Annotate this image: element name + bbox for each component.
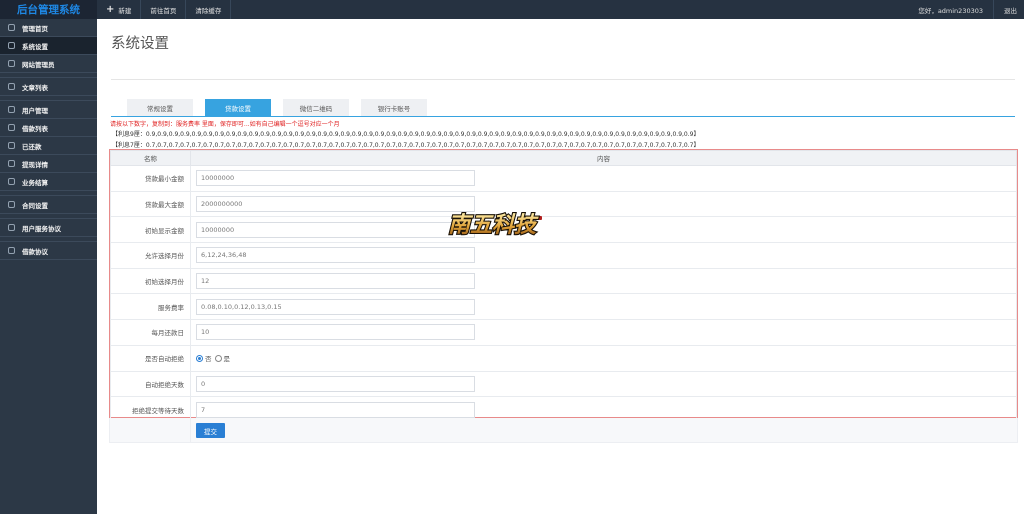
settings-table: 名称 内容 贷款最小金额 10000000 贷款最大金额 2000000000 … [110, 150, 1017, 423]
dashboard-icon [8, 24, 15, 31]
sidebar-item-admins[interactable]: 网站管理员 [0, 55, 97, 73]
interest-7-list: 【利息7厘：0.7,0.7,0.7,0.7,0.7,0.7,0.7,0.7,0.… [112, 142, 700, 149]
users-icon [8, 106, 15, 113]
loan-settings-form: 名称 内容 贷款最小金额 10000000 贷款最大金额 2000000000 … [109, 149, 1018, 423]
go-home-link[interactable]: 前往首页 [141, 0, 187, 19]
tab-general[interactable]: 常规设置 [127, 99, 193, 116]
top-bar: 后台管理系统 + 新建 前往首页 清除缓存 您好，admin230303 退出 [0, 0, 1024, 19]
sidebar-item-contract[interactable]: 合同设置 [0, 196, 97, 214]
tab-loan[interactable]: 贷款设置 [205, 99, 271, 116]
auto-reject-days-input[interactable]: 0 [196, 375, 475, 392]
sidebar-item-withdrawals[interactable]: 提现详情 [0, 155, 97, 173]
sidebar-item-loan-agreement[interactable]: 借款协议 [0, 242, 97, 260]
min-amount-input[interactable]: 10000000 [196, 170, 475, 187]
document-icon [8, 83, 15, 90]
min-amount-label: 贷款最小金额 [110, 165, 191, 192]
sidebar-item-users[interactable]: 用户管理 [0, 101, 97, 119]
column-header-content: 内容 [190, 150, 1017, 166]
service-rate-input[interactable]: 0.08,0.10,0.12,0.13,0.15 [196, 298, 475, 315]
auto-reject-no-radio[interactable] [196, 354, 203, 362]
check-icon [8, 142, 15, 149]
auto-reject-yes-radio[interactable] [214, 354, 222, 362]
table-row: 服务费率 0.08,0.10,0.12,0.13,0.15 [110, 293, 1017, 321]
init-amount-label: 初始显示金额 [110, 216, 191, 244]
init-month-label: 初始选择月份 [110, 267, 191, 295]
tab-bank-account[interactable]: 银行卡账号 [361, 99, 427, 116]
table-row: 初始显示金额 10000000 [110, 216, 1017, 244]
repay-day-input[interactable]: 10 [196, 324, 475, 341]
auto-reject-days-label: 自动拒绝天数 [110, 370, 191, 398]
sidebar-item-label: 网站管理员 [22, 60, 55, 69]
table-row: 自动拒绝天数 0 [110, 370, 1017, 398]
sidebar-item-label: 用户服务协议 [22, 224, 61, 233]
init-amount-input[interactable]: 10000000 [196, 221, 475, 238]
logout-link[interactable]: 退出 [993, 0, 1024, 19]
table-row: 允许选择月份 6,12,24,36,48 [110, 242, 1017, 269]
column-header-name: 名称 [110, 150, 191, 166]
sidebar-item-label: 业务结算 [22, 178, 48, 187]
auto-reject-label: 是否自动拒绝 [110, 344, 191, 372]
new-button[interactable]: + 新建 [97, 0, 142, 19]
table-row: 贷款最小金额 10000000 [110, 165, 1017, 192]
page-title: 系统设置 [111, 36, 169, 52]
max-amount-input[interactable]: 2000000000 [196, 196, 475, 213]
sidebar-item-system-settings[interactable]: 系统设置 [0, 37, 97, 55]
table-header-row: 名称 内容 [110, 150, 1017, 166]
gear-icon [8, 42, 15, 49]
sidebar-item-settlement[interactable]: 业务结算 [0, 173, 97, 191]
auto-reject-yes-label: 是 [223, 355, 231, 364]
user-icon [8, 60, 15, 67]
app-title: 后台管理系统 [0, 0, 97, 19]
table-row: 贷款最大金额 2000000000 [110, 190, 1017, 218]
sidebar-item-label: 合同设置 [22, 201, 48, 210]
init-month-input[interactable]: 12 [196, 273, 475, 290]
sidebar-item-dashboard[interactable]: 管理首页 [0, 19, 97, 37]
sidebar-item-user-agreement[interactable]: 用户服务协议 [0, 219, 97, 237]
sidebar-item-articles[interactable]: 文章列表 [0, 78, 97, 96]
submit-row-label-cell [110, 418, 191, 442]
sidebar-item-label: 管理首页 [22, 24, 48, 33]
sidebar-item-loans[interactable]: 借款列表 [0, 119, 97, 137]
user-greeting: 您好，admin230303 [918, 6, 983, 15]
tab-wechat-qr[interactable]: 微信二维码 [283, 99, 349, 116]
table-row: 每月还款日 10 [110, 319, 1017, 346]
table-row: 初始选择月份 12 [110, 267, 1017, 295]
agreement-icon [8, 224, 15, 231]
sidebar-item-label: 借款列表 [22, 124, 48, 133]
submit-row: 提交 [109, 418, 1018, 443]
sidebar-item-repaid[interactable]: 已还款 [0, 137, 97, 155]
auto-reject-no-label: 否 [205, 355, 212, 364]
repay-day-label: 每月还款日 [110, 319, 191, 346]
sidebar-item-label: 文章列表 [22, 83, 48, 92]
max-amount-label: 贷款最大金额 [110, 190, 191, 218]
title-divider [111, 79, 1015, 80]
submit-button[interactable]: 提交 [196, 423, 225, 438]
agreement-icon [8, 247, 15, 254]
sidebar-item-label: 借款协议 [22, 247, 48, 256]
settings-tabs: 常规设置 贷款设置 微信二维码 银行卡账号 [111, 99, 1015, 117]
new-button-label: 新建 [118, 6, 132, 15]
sidebar-item-label: 用户管理 [22, 106, 48, 115]
allowed-months-input[interactable]: 6,12,24,36,48 [196, 247, 475, 264]
service-rate-label: 服务费率 [110, 293, 191, 321]
sidebar: 管理首页 系统设置 网站管理员 文章列表 用户管理 借款列表 已还款 提现详情 … [0, 19, 97, 514]
svg-text:南五科技: 南五科技 [448, 212, 539, 238]
instruction-hint: 请按以下数字，复制到：服务费率 里面，保存即可...如有自己编辑一个逗号对应一个… [110, 121, 340, 128]
clear-cache-link[interactable]: 清除缓存 [186, 0, 232, 19]
watermark-logo-graphic: 南五科技 [447, 211, 542, 239]
main-content: 系统设置 常规设置 贷款设置 微信二维码 银行卡账号 请按以下数字，复制到：服务… [97, 19, 1024, 514]
chart-icon [8, 178, 15, 185]
sidebar-item-label: 系统设置 [22, 42, 48, 51]
wallet-icon [8, 160, 15, 167]
interest-9-list: 【利息9厘：0.9,0.9,0.9,0.9,0.9,0.9,0.9,0.9,0.… [112, 131, 700, 138]
watermark-logo: 南五科技 [437, 206, 547, 244]
sidebar-item-label: 提现详情 [22, 160, 48, 169]
table-row: 是否自动拒绝 否 是 [110, 344, 1017, 372]
reject-wait-days-input[interactable]: 7 [196, 401, 475, 418]
sidebar-item-label: 已还款 [22, 142, 42, 151]
allowed-months-label: 允许选择月份 [110, 242, 191, 269]
plus-icon: + [106, 3, 115, 15]
contract-icon [8, 201, 15, 208]
list-icon [8, 124, 15, 131]
